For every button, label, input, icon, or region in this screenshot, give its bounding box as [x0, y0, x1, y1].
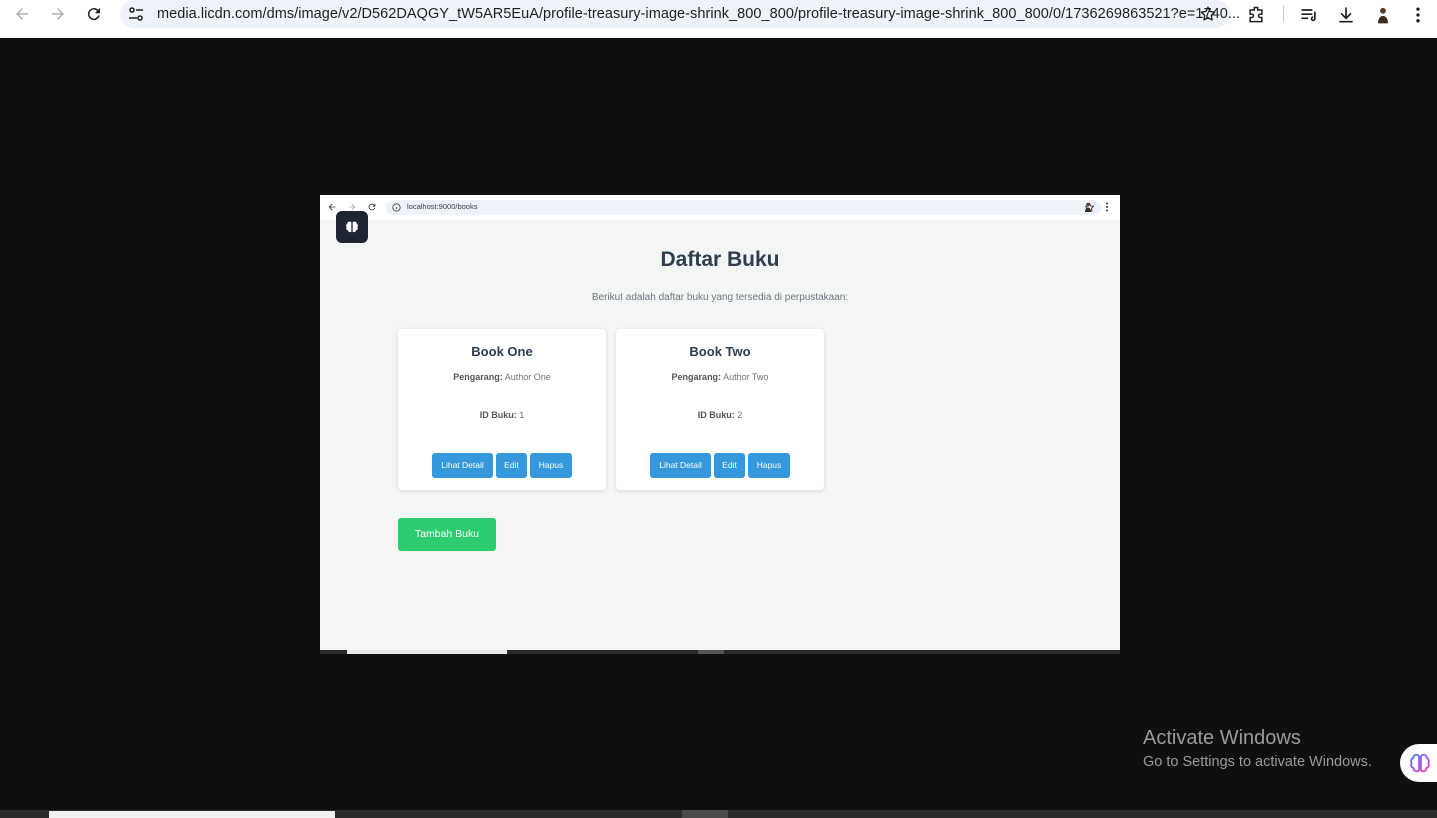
inner-address-bar: localhost:9000/books [386, 200, 1101, 215]
inner-taskbar-strip [320, 650, 1120, 654]
delete-button[interactable]: Hapus [748, 453, 790, 478]
taskbar-item[interactable] [49, 811, 335, 818]
edit-button[interactable]: Edit [496, 453, 527, 478]
site-settings-icon[interactable] [128, 6, 144, 22]
extensions-icon[interactable] [1246, 5, 1266, 25]
brain-extension-icon [336, 211, 368, 243]
inner-profile-avatar [1085, 202, 1091, 212]
book-id-line: ID Buku: 2 [616, 410, 824, 420]
book-card: Book One Pengarang: Author One ID Buku: … [398, 329, 606, 490]
view-detail-button[interactable]: Lihat Detail [650, 453, 711, 478]
download-icon[interactable] [1336, 5, 1356, 25]
inner-address-url: localhost:9000/books [407, 202, 478, 211]
bookmark-star-icon[interactable] [1199, 5, 1217, 23]
book-id-line: ID Buku: 1 [398, 410, 606, 420]
inner-taskbar-segment [698, 650, 724, 654]
toolbar-divider [1283, 6, 1284, 22]
inner-reload-icon [368, 203, 376, 211]
book-author: Author One [504, 372, 551, 382]
book-actions: Lihat Detail Edit Hapus [398, 453, 606, 478]
page-subtitle: Berikut adalah daftar buku yang tersedia… [591, 292, 849, 303]
menu-kebab-icon[interactable] [1408, 5, 1428, 25]
address-bar[interactable]: media.licdn.com/dms/image/v2/D562DAQGY_t… [120, 0, 1240, 28]
book-author-line: Pengarang: Author Two [616, 372, 824, 382]
book-card: Book Two Pengarang: Author Two ID Buku: … [616, 329, 824, 490]
profile-avatar[interactable] [1373, 5, 1393, 25]
id-label: ID Buku: [479, 410, 517, 420]
inner-info-icon [392, 203, 401, 212]
browser-toolbar: media.licdn.com/dms/image/v2/D562DAQGY_t… [0, 0, 1437, 38]
inner-taskbar-segment [347, 650, 507, 654]
author-label: Pengarang: [453, 372, 503, 382]
floating-assistant-button[interactable] [1400, 744, 1437, 782]
inner-menu-kebab-icon [1106, 202, 1108, 212]
book-id: 2 [737, 410, 743, 420]
author-label: Pengarang: [671, 372, 722, 382]
taskbar-item[interactable] [682, 810, 728, 818]
back-icon[interactable] [8, 0, 36, 28]
address-url[interactable]: media.licdn.com/dms/image/v2/D562DAQGY_t… [157, 6, 1240, 22]
add-book-button[interactable]: Tambah Buku [398, 518, 496, 551]
reload-icon[interactable] [80, 0, 108, 28]
brain-icon [1410, 753, 1430, 773]
id-label: ID Buku: [697, 410, 735, 420]
edit-button[interactable]: Edit [714, 453, 745, 478]
inner-browser-toolbar: localhost:9000/books [320, 195, 1120, 220]
page-title: Daftar Buku [660, 248, 780, 271]
inner-back-icon [328, 203, 336, 211]
watermark-subtitle: Go to Settings to activate Windows. [1143, 754, 1372, 770]
book-title: Book One [471, 344, 533, 359]
book-author-line: Pengarang: Author One [398, 372, 606, 382]
view-detail-button[interactable]: Lihat Detail [432, 453, 493, 478]
watermark-title: Activate Windows [1143, 727, 1301, 749]
book-actions: Lihat Detail Edit Hapus [616, 453, 824, 478]
book-id: 1 [519, 410, 525, 420]
activate-windows-watermark: Activate Windows Go to Settings to activ… [1143, 727, 1372, 770]
taskbar [0, 810, 1437, 818]
embedded-screenshot: localhost:9000/books Daftar Buku Berikut… [320, 195, 1120, 650]
delete-button[interactable]: Hapus [530, 453, 572, 478]
book-author: Author Two [723, 372, 769, 382]
forward-icon[interactable] [44, 0, 72, 28]
book-title: Book Two [689, 344, 751, 359]
media-queue-icon[interactable] [1299, 5, 1319, 25]
